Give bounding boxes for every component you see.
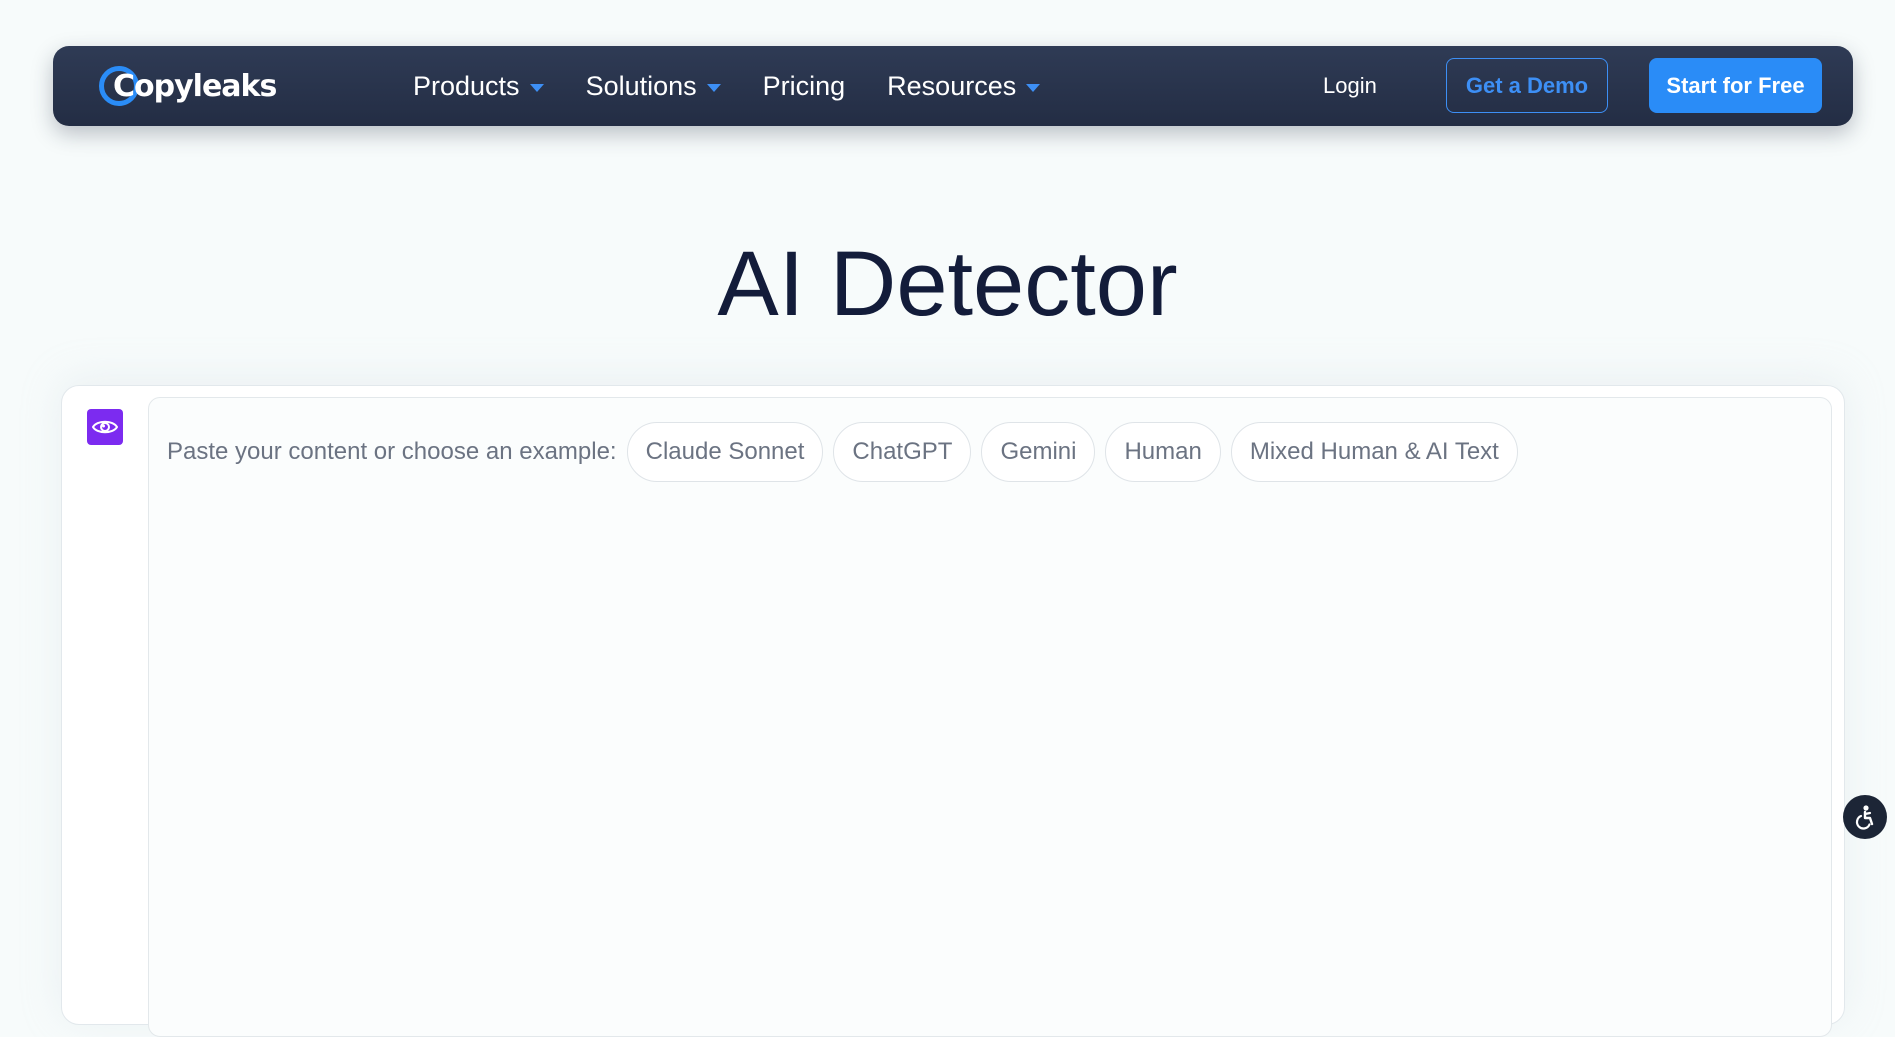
- start-for-free-button[interactable]: Start for Free: [1649, 58, 1822, 113]
- nav-item-label: Products: [413, 70, 520, 101]
- eye-icon: [92, 420, 118, 434]
- logo-text: Copyleaks: [113, 68, 277, 104]
- caret-down-icon: [706, 83, 721, 92]
- caret-down-icon: [1026, 83, 1041, 92]
- nav-item-products[interactable]: Products: [413, 71, 544, 102]
- nav-item-label: Resources: [887, 70, 1017, 101]
- content-input-area[interactable]: Paste your content or choose an example:…: [148, 397, 1832, 1037]
- accessibility-icon: [1855, 805, 1874, 830]
- top-navbar: Copyleaks Products Solutions Pricing Res…: [53, 46, 1853, 126]
- nav-links: Products Solutions Pricing Resources: [413, 46, 1082, 126]
- caret-down-icon: [529, 83, 544, 92]
- example-chip-claude-sonnet[interactable]: Claude Sonnet: [626, 422, 824, 482]
- accessibility-button[interactable]: [1843, 795, 1887, 839]
- example-prompt-row: Paste your content or choose an example:…: [167, 422, 1528, 482]
- detector-card: Paste your content or choose an example:…: [61, 385, 1845, 1037]
- nav-item-solutions[interactable]: Solutions: [586, 71, 721, 102]
- nav-item-pricing[interactable]: Pricing: [763, 71, 846, 102]
- login-link[interactable]: Login: [1323, 46, 1377, 126]
- example-chip-human[interactable]: Human: [1105, 422, 1221, 482]
- prompt-label: Paste your content or choose an example:: [167, 438, 617, 465]
- nav-item-label: Pricing: [762, 70, 846, 101]
- scan-eye-button[interactable]: [87, 409, 123, 445]
- copyleaks-logo[interactable]: Copyleaks: [99, 62, 302, 110]
- page-title: AI Detector: [717, 233, 1178, 335]
- example-chip-mixed[interactable]: Mixed Human & AI Text: [1230, 422, 1518, 482]
- nav-item-resources[interactable]: Resources: [887, 70, 1041, 102]
- example-chip-chatgpt[interactable]: ChatGPT: [833, 422, 972, 482]
- get-a-demo-button[interactable]: Get a Demo: [1446, 58, 1608, 113]
- nav-item-label: Solutions: [585, 70, 697, 101]
- example-chip-gemini[interactable]: Gemini: [981, 422, 1096, 482]
